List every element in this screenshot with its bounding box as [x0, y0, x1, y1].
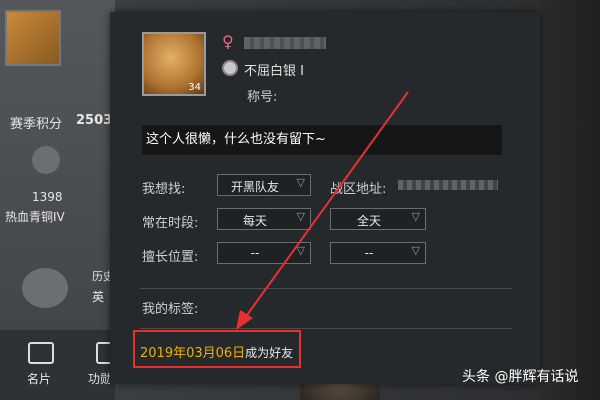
arrow-line: [241, 91, 409, 323]
annotation-arrow: [236, 91, 409, 330]
arrow-head: [236, 310, 253, 330]
watermark-text: 头条 @胖辉有话说: [462, 369, 579, 385]
